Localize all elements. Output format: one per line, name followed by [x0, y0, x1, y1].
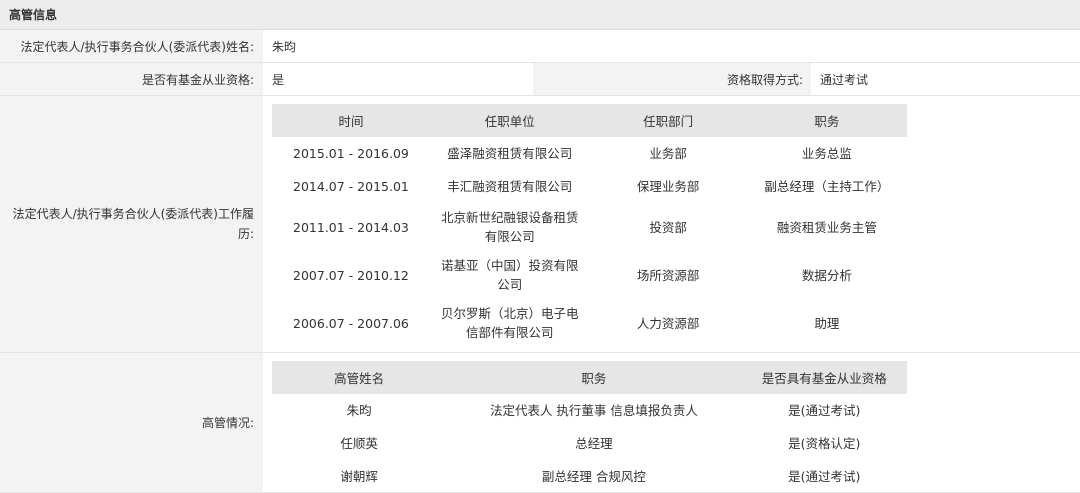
- table-row: 谢朝辉 副总经理 合规风控 是(通过考试): [272, 460, 907, 493]
- legal-rep-value: 朱昀: [263, 30, 1080, 62]
- time-cell: 2014.07 - 2015.01: [293, 179, 409, 194]
- company-cell: 丰汇融资租赁有限公司: [447, 179, 573, 194]
- column-header-time: 时间: [272, 104, 430, 137]
- executive-title-cell: 副总经理 合规风控: [541, 469, 646, 484]
- legal-rep-row: 法定代表人/执行事务合伙人(委派代表)姓名: 朱昀: [0, 30, 1080, 63]
- company-cell: 诺基亚（中国）投资有限公司: [440, 258, 579, 292]
- column-header-fund-qualification: 是否具有基金从业资格: [741, 361, 907, 394]
- fund-qualification-row: 是否有基金从业资格: 是 资格取得方式: 通过考试: [0, 63, 1080, 96]
- executive-qualification-cell: 是(资格认定): [788, 436, 861, 451]
- department-cell: 投资部: [649, 219, 687, 235]
- position-cell: 助理: [814, 315, 840, 331]
- column-header-company: 任职单位: [429, 104, 590, 137]
- fund-qualification-label: 是否有基金从业资格:: [0, 63, 263, 95]
- column-header-position: 职务: [746, 104, 907, 137]
- company-cell: 贝尔罗斯（北京）电子电信部件有限公司: [440, 306, 579, 340]
- executives-table: 高管姓名 职务 是否具有基金从业资格 朱昀 法定代表人 执行董事 信息填报负责人…: [272, 361, 907, 493]
- department-cell: 人力资源部: [636, 315, 700, 331]
- section-title: 高管信息: [9, 8, 58, 22]
- executive-name-cell: 谢朝辉: [340, 469, 378, 484]
- executive-title-cell: 法定代表人 执行董事 信息填报负责人: [489, 403, 698, 418]
- department-cell: 场所资源部: [636, 267, 700, 283]
- section-header-executive-info: 高管信息: [0, 0, 1080, 30]
- executive-qualification-cell: 是(通过考试): [788, 403, 861, 418]
- executives-label: 高管情况:: [0, 353, 263, 492]
- table-row: 2015.01 - 2016.09 盛泽融资租赁有限公司 业务部 业务总监: [272, 137, 907, 170]
- executive-title-cell: 总经理: [575, 436, 613, 451]
- work-history-row: 法定代表人/执行事务合伙人(委派代表)工作履历: 时间 任职单位 任职部门 职务…: [0, 96, 1080, 353]
- position-cell: 业务总监: [801, 146, 852, 161]
- department-cell: 保理业务部: [636, 179, 700, 194]
- qualification-method-value: 通过考试: [820, 72, 869, 87]
- column-header-executive-name: 高管姓名: [272, 361, 447, 394]
- department-cell: 业务部: [649, 146, 687, 161]
- time-cell: 2007.07 - 2010.12: [293, 267, 409, 283]
- table-row: 2014.07 - 2015.01 丰汇融资租赁有限公司 保理业务部 副总经理（…: [272, 170, 907, 203]
- executive-name-cell: 朱昀: [346, 403, 372, 418]
- column-header-department: 任职部门: [589, 104, 747, 137]
- table-row: 2011.01 - 2014.03 北京新世纪融银设备租赁有限公司 投资部 融资…: [272, 203, 907, 251]
- table-row: 朱昀 法定代表人 执行董事 信息填报负责人 是(通过考试): [272, 394, 907, 427]
- table-row: 2006.07 - 2007.06 贝尔罗斯（北京）电子电信部件有限公司 人力资…: [272, 299, 907, 347]
- time-cell: 2006.07 - 2007.06: [293, 315, 409, 331]
- company-cell: 盛泽融资租赁有限公司: [447, 146, 573, 161]
- column-header-executive-title: 职务: [446, 361, 742, 394]
- time-cell: 2015.01 - 2016.09: [293, 146, 409, 161]
- qualification-method-label: 资格取得方式:: [533, 63, 811, 95]
- position-cell: 融资租赁业务主管: [776, 219, 877, 235]
- executive-qualification-cell: 是(通过考试): [788, 469, 861, 484]
- work-history-table: 时间 任职单位 任职部门 职务 2015.01 - 2016.09 盛泽融资租赁…: [272, 104, 907, 347]
- company-cell: 北京新世纪融银设备租赁有限公司: [440, 210, 579, 244]
- table-row: 2007.07 - 2010.12 诺基亚（中国）投资有限公司 场所资源部 数据…: [272, 251, 907, 299]
- time-cell: 2011.01 - 2014.03: [293, 219, 409, 235]
- fund-qualification-value: 是: [272, 72, 285, 87]
- table-row: 任顺英 总经理 是(资格认定): [272, 427, 907, 460]
- work-history-label: 法定代表人/执行事务合伙人(委派代表)工作履历:: [0, 96, 263, 352]
- position-cell: 副总经理（主持工作）: [764, 179, 890, 194]
- executives-row: 高管情况: 高管姓名 职务 是否具有基金从业资格 朱昀 法定代表人 执行董事 信…: [0, 353, 1080, 493]
- legal-rep-label: 法定代表人/执行事务合伙人(委派代表)姓名:: [0, 30, 263, 62]
- executive-name-cell: 任顺英: [340, 436, 378, 451]
- position-cell: 数据分析: [801, 267, 852, 283]
